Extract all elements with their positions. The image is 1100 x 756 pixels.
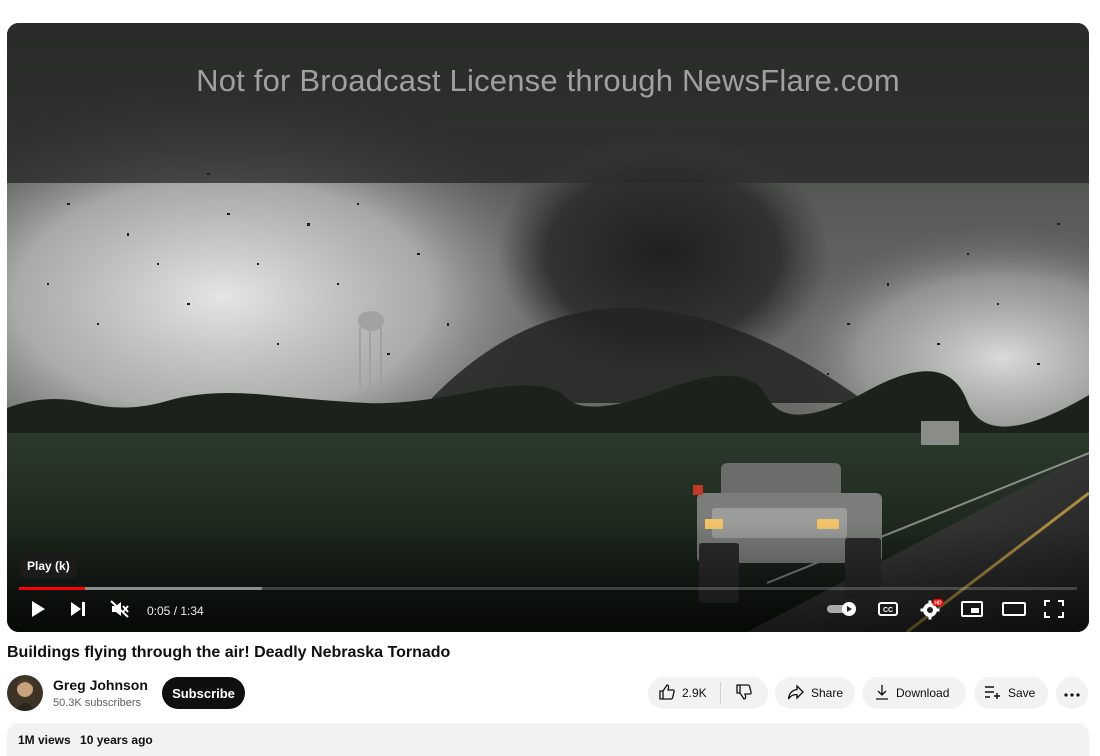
view-count: 1M views	[18, 733, 71, 747]
share-button[interactable]: Share	[775, 677, 855, 709]
description-box[interactable]: 1M views 10 years ago	[7, 723, 1089, 756]
download-icon	[874, 684, 890, 703]
thumbs-up-icon	[658, 683, 676, 704]
video-title: Buildings flying through the air! Deadly…	[7, 644, 451, 661]
played-bar	[19, 587, 85, 590]
next-button[interactable]	[65, 595, 91, 627]
like-dislike-group: 2.9K	[648, 677, 768, 709]
download-label: Download	[896, 686, 950, 700]
player-controls: 0:05 / 1:34 CC HD	[7, 595, 1089, 627]
more-actions-button[interactable]	[1056, 677, 1088, 709]
subscriber-count: 50.3K subscribers	[53, 697, 142, 709]
settings-button[interactable]: HD	[917, 595, 945, 627]
save-playlist-icon	[984, 685, 1002, 702]
theater-icon	[1002, 601, 1026, 622]
download-button[interactable]: Download	[862, 677, 966, 709]
play-icon	[30, 600, 46, 623]
share-label: Share	[811, 686, 844, 700]
svg-text:CC: CC	[883, 607, 893, 614]
play-button[interactable]	[25, 595, 51, 627]
channel-avatar[interactable]	[7, 675, 43, 711]
thumbs-down-icon	[735, 683, 753, 704]
subscribe-button[interactable]: Subscribe	[162, 677, 245, 709]
share-icon	[787, 683, 805, 703]
mute-button[interactable]	[107, 595, 133, 627]
video-player[interactable]: Not for Broadcast License through NewsFl…	[7, 23, 1089, 632]
upload-age: 10 years ago	[80, 733, 153, 747]
channel-name[interactable]: Greg Johnson	[53, 677, 148, 693]
mute-icon	[110, 599, 130, 623]
fullscreen-icon	[1044, 599, 1064, 623]
next-icon	[69, 601, 87, 622]
description-meta: 1M views 10 years ago	[18, 733, 159, 747]
miniplayer-icon	[961, 600, 983, 622]
like-button[interactable]: 2.9K	[648, 677, 720, 709]
hd-badge: HD	[934, 600, 942, 606]
autoplay-toggle[interactable]	[825, 595, 859, 627]
time-display: 0:05 / 1:34	[147, 604, 204, 618]
settings-icon: HD	[919, 597, 943, 626]
save-button[interactable]: Save	[974, 677, 1048, 709]
theater-button[interactable]	[1001, 595, 1027, 627]
captions-button[interactable]: CC	[875, 595, 901, 627]
save-label: Save	[1008, 686, 1036, 700]
dislike-button[interactable]	[721, 677, 767, 709]
miniplayer-button[interactable]	[959, 595, 985, 627]
watermark-text: Not for Broadcast License through NewsFl…	[196, 63, 900, 98]
progress-bar[interactable]	[19, 587, 1077, 590]
fullscreen-button[interactable]	[1041, 595, 1067, 627]
more-horizontal-icon	[1064, 686, 1080, 700]
autoplay-icon	[826, 601, 858, 622]
like-count: 2.9K	[682, 686, 707, 700]
play-tooltip: Play (k)	[20, 554, 77, 578]
captions-icon: CC	[878, 601, 898, 621]
